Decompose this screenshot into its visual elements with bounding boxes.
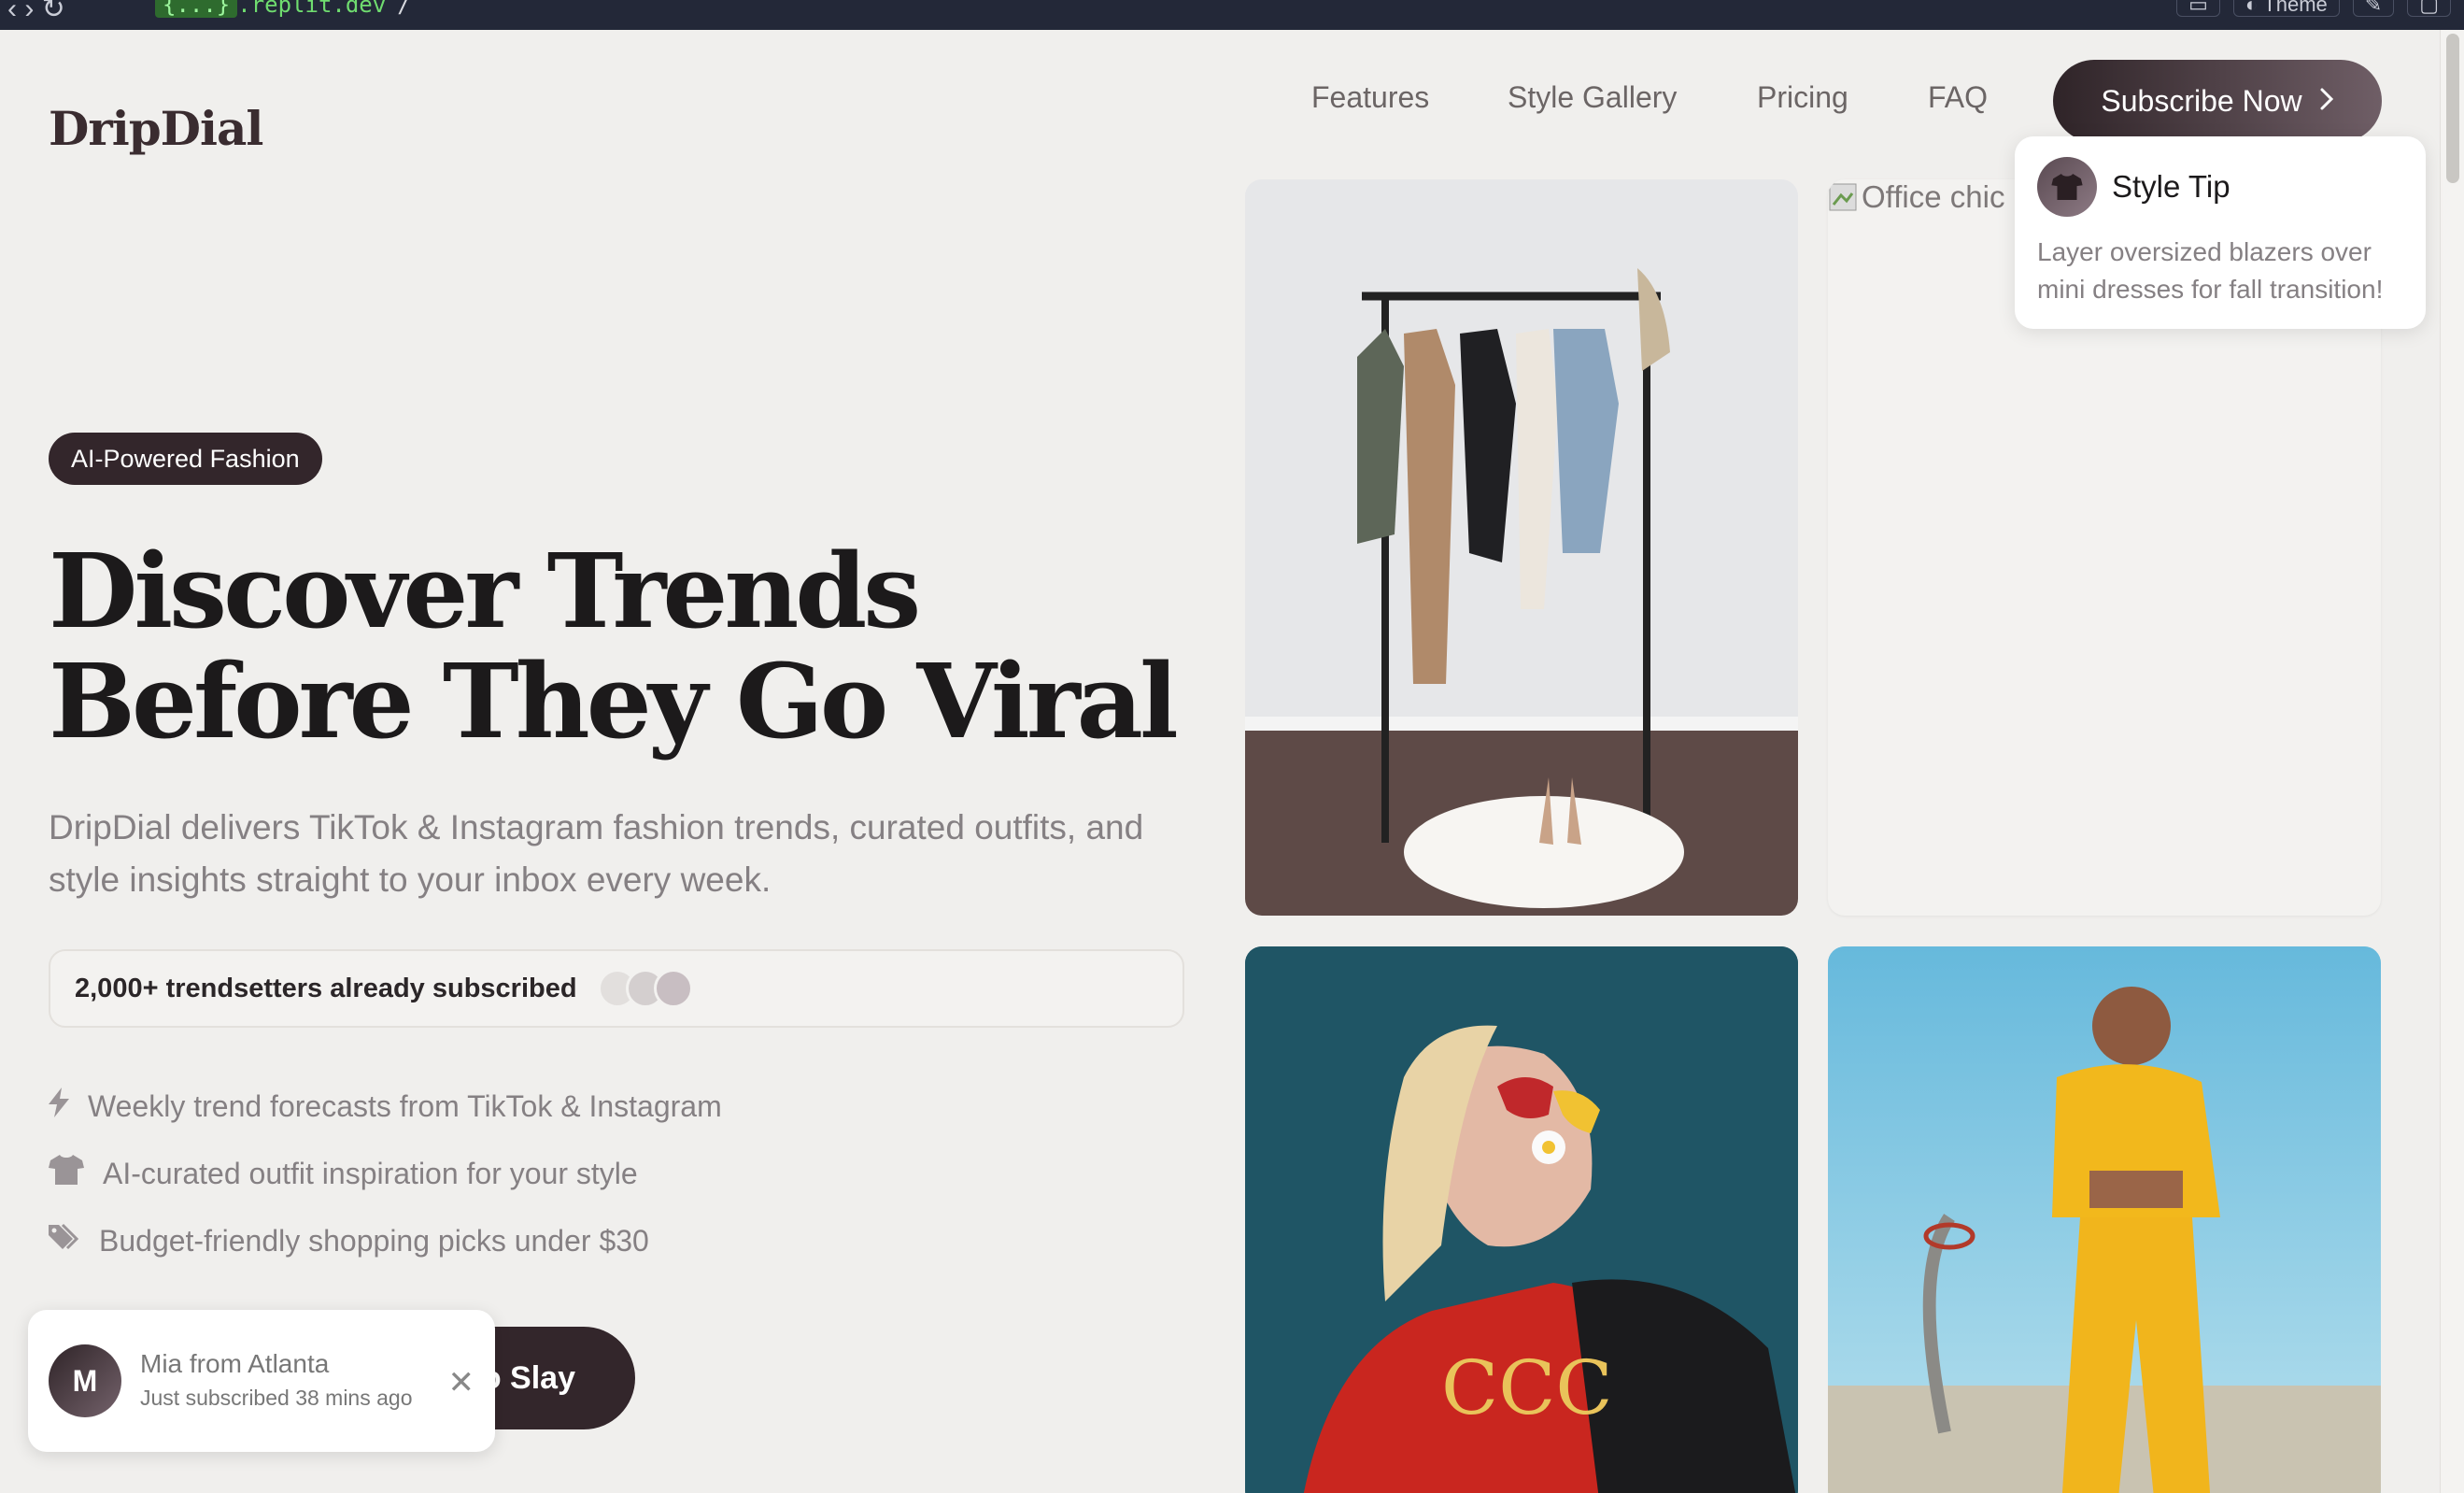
toast-name: Mia from Atlanta — [140, 1349, 330, 1378]
feature-item: Weekly trend forecasts from TikTok & Ins… — [49, 1073, 722, 1140]
tshirt-icon — [49, 1155, 84, 1192]
close-icon[interactable]: ✕ — [448, 1364, 475, 1401]
browser-nav-icons[interactable]: ‹ › ↻ — [7, 0, 65, 25]
address-bar[interactable]: {...} .replit.dev / — [155, 0, 411, 18]
window-icon[interactable]: ▢ — [2407, 0, 2451, 17]
headline-line-1: Discover Trends — [49, 531, 921, 651]
toast-message: Just subscribed 38 mins ago — [140, 1386, 413, 1410]
style-tip-title: Style Tip — [2112, 169, 2230, 204]
theme-label: Theme — [2263, 0, 2328, 16]
feature-text: Weekly trend forecasts from TikTok & Ins… — [88, 1088, 722, 1123]
hero-subtext: DripDial delivers TikTok & Instagram fas… — [49, 808, 1144, 899]
feature-list: Weekly trend forecasts from TikTok & Ins… — [49, 1073, 722, 1274]
headline-line-2: Before They Go Viral — [49, 641, 1179, 761]
feature-item: Budget-friendly shopping picks under $30 — [49, 1207, 722, 1274]
style-tip-body: Layer oversized blazers over mini dresse… — [2037, 237, 2384, 304]
image-alt-text: Office chic — [1862, 179, 2005, 214]
gallery-image-clothing-rack — [1245, 179, 1798, 916]
gallery-image-sunglasses: CCC — [1245, 946, 1798, 1493]
social-proof-text: 2,000+ trendsetters already subscribed — [75, 973, 577, 1003]
chevron-right-icon — [2319, 84, 2334, 119]
tags-icon — [49, 1223, 80, 1258]
scrollbar-thumb[interactable] — [2446, 34, 2459, 183]
feature-text: AI-curated outfit inspiration for your s… — [103, 1156, 638, 1190]
logo[interactable]: DripDial — [49, 101, 263, 156]
social-proof-bar: 2,000+ trendsetters already subscribed — [49, 949, 1184, 1028]
broken-image-icon: Office chic — [1828, 179, 2004, 215]
nav-faq[interactable]: FAQ — [1928, 80, 1988, 115]
style-tip-popover: Style Tip Layer oversized blazers over m… — [2015, 136, 2426, 329]
subscriber-avatars — [597, 969, 693, 1008]
ai-badge: AI-Powered Fashion — [49, 433, 322, 485]
browser-toolbar: ‹ › ↻ {...} .replit.dev / ▭ ◐ Theme ✎ ▢ — [0, 0, 2464, 30]
sunglasses-woman-image: CCC — [1245, 946, 1798, 1493]
url-path: / — [397, 0, 411, 18]
gallery-image-yellow-tracksuit — [1828, 946, 2381, 1493]
edit-icon[interactable]: ✎ — [2352, 0, 2395, 17]
subscription-toast: M Mia from Atlanta Just subscribed 38 mi… — [28, 1310, 495, 1452]
nav-pricing[interactable]: Pricing — [1757, 80, 1848, 115]
page-scrollbar[interactable] — [2440, 30, 2464, 1493]
feature-text: Budget-friendly shopping picks under $30 — [99, 1223, 649, 1258]
tshirt-icon — [2037, 157, 2097, 217]
nav-features[interactable]: Features — [1311, 80, 1429, 115]
url-host-prefix: {...} — [155, 0, 238, 18]
url-host: .replit.dev — [237, 0, 387, 18]
hero-headline: Discover Trends Before They Go Viral — [49, 531, 1179, 761]
bolt-icon — [49, 1088, 69, 1125]
subscribe-now-button[interactable]: Subscribe Now — [2053, 60, 2382, 142]
clothing-rack-image — [1245, 179, 1798, 916]
nav-style-gallery[interactable]: Style Gallery — [1508, 80, 1677, 115]
svg-text:CCC: CCC — [1441, 1344, 1613, 1431]
devices-icon[interactable]: ▭ — [2176, 0, 2220, 17]
avatar — [653, 969, 693, 1008]
avatar: M — [49, 1344, 121, 1417]
tracksuit-woman-image — [1828, 946, 2381, 1493]
theme-button[interactable]: ◐ Theme — [2232, 0, 2340, 17]
subscribe-label: Subscribe Now — [2101, 83, 2302, 118]
feature-item: AI-curated outfit inspiration for your s… — [49, 1140, 722, 1207]
